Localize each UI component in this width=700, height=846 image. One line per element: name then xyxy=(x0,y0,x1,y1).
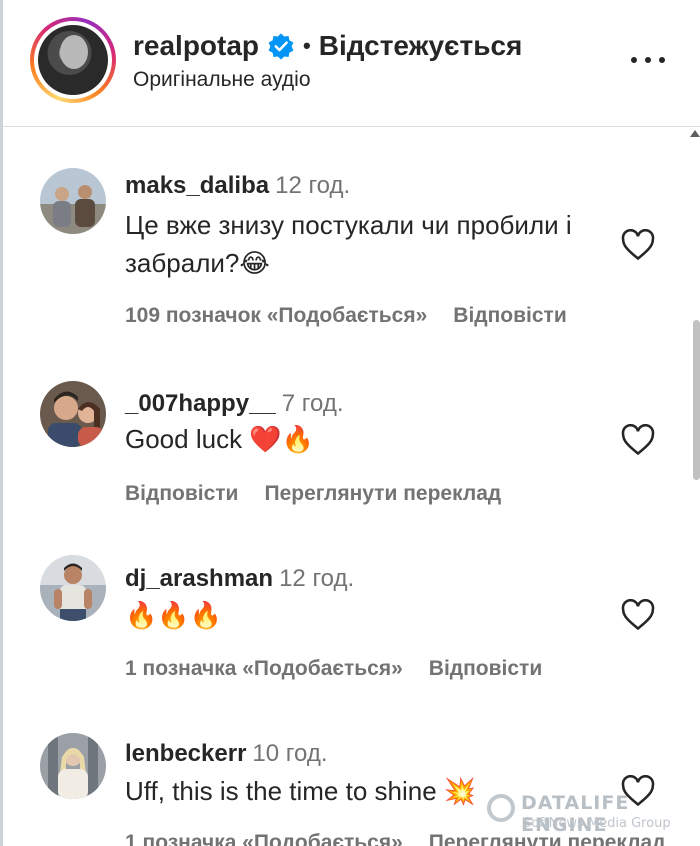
scrollbar-thumb[interactable] xyxy=(693,320,700,480)
comments-scrollbar[interactable] xyxy=(687,128,700,846)
comment-actions: 1 позначка «Подобається» Переглянути пер… xyxy=(125,831,666,846)
more-options-icon[interactable] xyxy=(631,45,665,75)
reply-button[interactable]: Відповісти xyxy=(125,482,238,506)
comment-header: lenbeckerr 10 год. xyxy=(125,740,328,768)
comment-text: Це вже знизу постукали чи пробили і забр… xyxy=(125,210,572,278)
comment-actions: 109 позначок «Подобається» Відповісти xyxy=(125,304,567,328)
comment-text: Good luck ❤️🔥 xyxy=(125,424,315,454)
comment-text: 🔥🔥🔥 xyxy=(125,600,223,630)
original-audio-link[interactable]: Оригінальне аудіо xyxy=(133,68,311,92)
comment-timestamp: 12 год. xyxy=(275,172,351,199)
comment-timestamp: 12 год. xyxy=(279,565,355,592)
like-heart-icon[interactable] xyxy=(621,775,655,807)
verified-badge-icon xyxy=(268,33,294,60)
comment-header: _007happy__ 7 год. xyxy=(125,390,344,418)
header-title: realpotap • Відстежується xyxy=(133,28,522,64)
comment-timestamp: 7 год. xyxy=(281,390,344,417)
comment-header: maks_daliba 12 год. xyxy=(125,172,350,200)
comment-username[interactable]: maks_daliba xyxy=(125,172,269,199)
comment-username[interactable]: dj_arashman xyxy=(125,565,273,592)
comment-username[interactable]: _007happy__ xyxy=(125,390,276,417)
commenter-avatar[interactable] xyxy=(40,381,106,447)
commenter-avatar[interactable] xyxy=(40,733,106,799)
reply-button[interactable]: Відповісти xyxy=(453,304,566,328)
like-heart-icon[interactable] xyxy=(621,229,655,261)
follow-status-button[interactable]: Відстежується xyxy=(319,30,523,62)
commenter-avatar[interactable] xyxy=(40,168,106,234)
scroll-up-arrow-icon[interactable] xyxy=(690,130,700,137)
post-header: realpotap • Відстежується Оригінальне ау… xyxy=(3,0,700,127)
see-translation-button[interactable]: Переглянути переклад xyxy=(429,831,666,846)
author-avatar[interactable] xyxy=(30,17,116,103)
like-count[interactable]: 109 позначок «Подобається» xyxy=(125,304,427,328)
comment-actions: 1 позначка «Подобається» Відповісти xyxy=(125,657,542,681)
comment-header: dj_arashman 12 год. xyxy=(125,565,354,593)
like-heart-icon[interactable] xyxy=(621,424,655,456)
comment-list: maks_daliba 12 год. Це вже знизу постукал… xyxy=(3,128,683,846)
reply-button[interactable]: Відповісти xyxy=(429,657,542,681)
like-count[interactable]: 1 позначка «Подобається» xyxy=(125,831,403,846)
commenter-avatar[interactable] xyxy=(40,555,106,621)
comment-text: Uff, this is the time to shine 💥 xyxy=(125,776,477,806)
comment-timestamp: 10 год. xyxy=(252,740,328,767)
comment-actions: Відповісти Переглянути переклад xyxy=(125,482,501,506)
like-heart-icon[interactable] xyxy=(621,599,655,631)
header-separator: • xyxy=(303,33,311,58)
comment-username[interactable]: lenbeckerr xyxy=(125,740,246,767)
see-translation-button[interactable]: Переглянути переклад xyxy=(264,482,501,506)
like-count[interactable]: 1 позначка «Подобається» xyxy=(125,657,403,681)
author-username[interactable]: realpotap xyxy=(133,30,259,62)
reel-comments-panel: realpotap • Відстежується Оригінальне ау… xyxy=(0,0,700,846)
